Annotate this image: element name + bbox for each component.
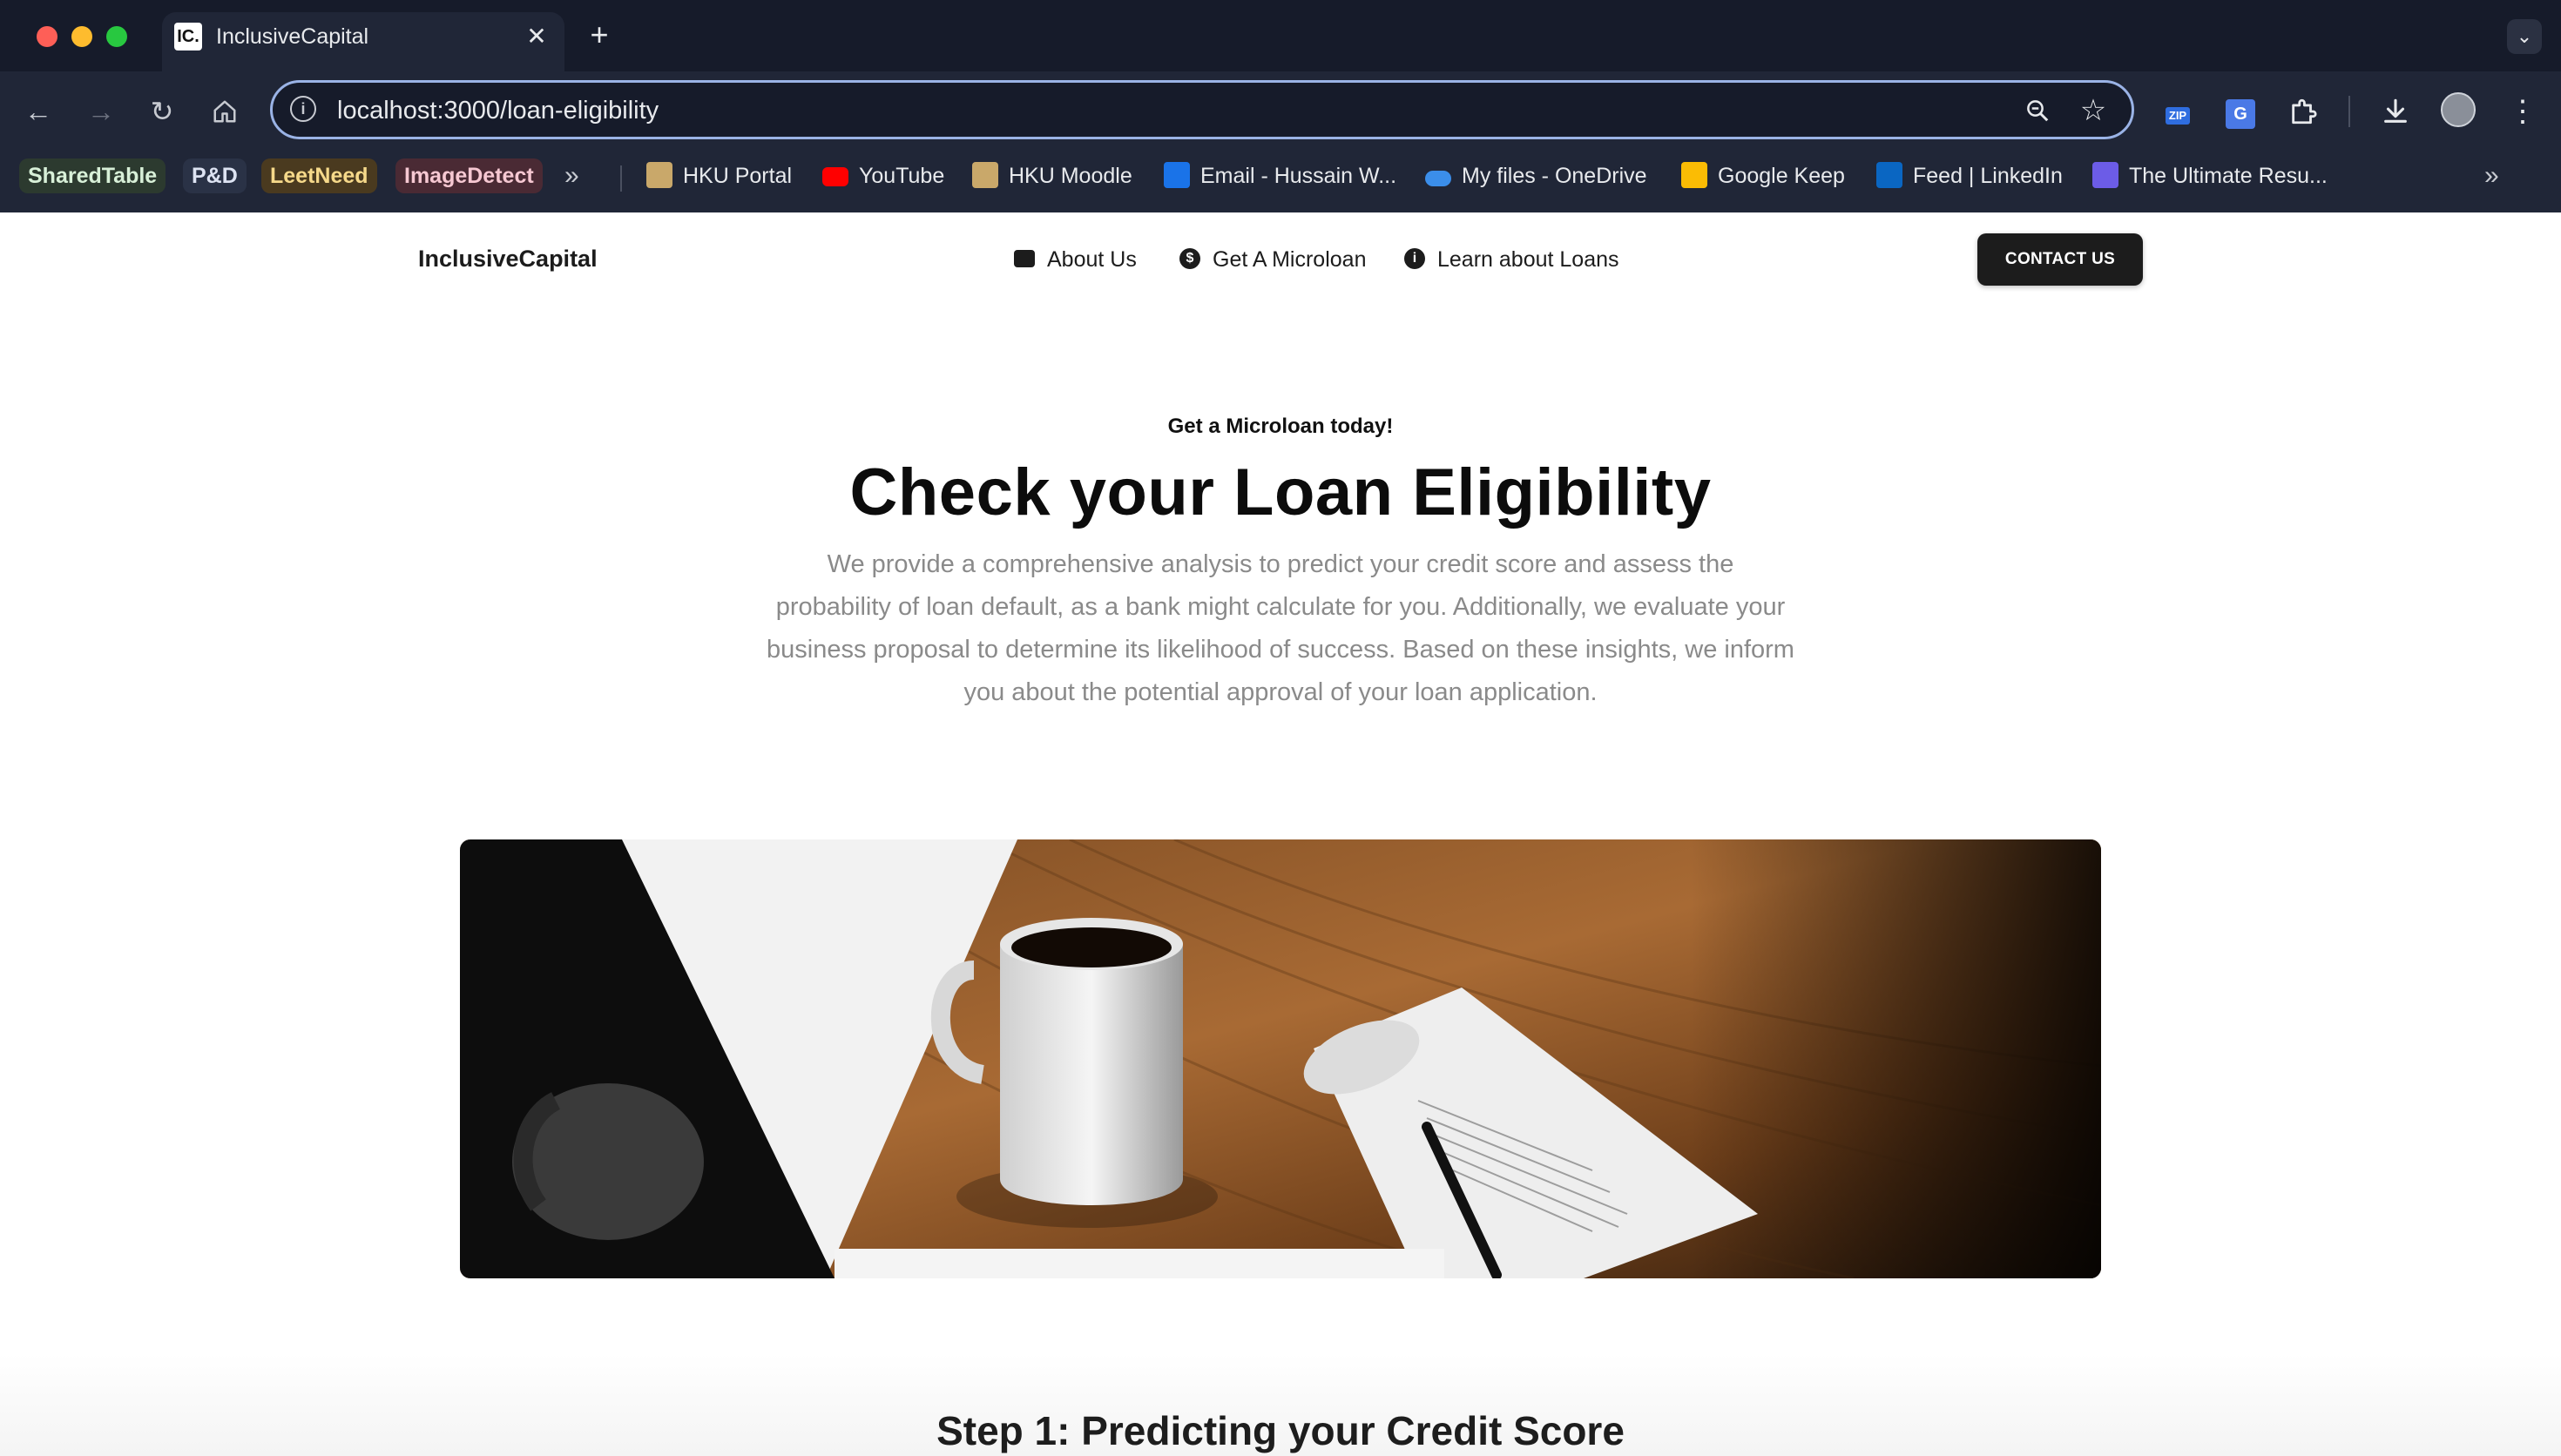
- avatar[interactable]: [2439, 92, 2477, 131]
- bookmark-linkedin[interactable]: Feed | LinkedIn: [1876, 158, 2063, 193]
- address-bar[interactable]: i localhost:3000/loan-eligibility ☆: [270, 80, 2134, 139]
- tab-title: InclusiveCapital: [216, 24, 369, 49]
- contact-us-button[interactable]: CONTACT US: [1977, 233, 2143, 286]
- bookmark-google-keep[interactable]: Google Keep: [1681, 158, 1845, 193]
- briefcase-icon: [1014, 250, 1035, 268]
- back-icon[interactable]: ←: [19, 92, 57, 131]
- tab-favicon-icon: IC.: [174, 23, 202, 51]
- page-title: Check your Loan Eligibility: [849, 455, 1712, 529]
- tab-strip: IC. InclusiveCapital ✕ + ⌄: [0, 0, 2561, 71]
- linkedin-icon: [1876, 162, 1902, 189]
- web-page: InclusiveCapital About Us $ Get A Microlo…: [0, 212, 2561, 1456]
- bookmark-ultimate-resume[interactable]: The Ultimate Resu...: [2092, 158, 2328, 193]
- translate-extension-icon[interactable]: G: [2221, 92, 2260, 131]
- hku-portal-icon: [646, 162, 672, 189]
- bookmark-youtube[interactable]: YouTube: [822, 158, 944, 193]
- url-text[interactable]: localhost:3000/loan-eligibility: [337, 97, 659, 125]
- site-info-icon[interactable]: i: [290, 96, 316, 122]
- chevron-double-right-icon[interactable]: »: [2484, 158, 2499, 193]
- browser-chrome: IC. InclusiveCapital ✕ + ⌄ ← → ↻ i local…: [0, 0, 2561, 212]
- bookmark-sharedtable[interactable]: SharedTable: [19, 158, 166, 193]
- tab-search-button[interactable]: ⌄: [2507, 19, 2542, 54]
- new-tab-button[interactable]: +: [582, 17, 617, 52]
- nav-about-us[interactable]: About Us: [1014, 246, 1137, 273]
- hero-description: We provide a comprehensive analysis to p…: [767, 550, 1794, 706]
- minimize-window-button[interactable]: [71, 26, 92, 47]
- browser-tab[interactable]: IC. InclusiveCapital ✕: [162, 12, 564, 71]
- forward-icon[interactable]: →: [82, 92, 120, 131]
- step1-heading: Step 1: Predicting your Credit Score: [936, 1408, 1625, 1453]
- reload-icon[interactable]: ↻: [143, 92, 181, 131]
- bookmarks-bar: SharedTable P&D LeetNeed ImageDetect » H…: [0, 153, 2561, 199]
- menu-icon[interactable]: ⋮: [2504, 92, 2542, 131]
- hero-kicker: Get a Microloan today!: [1167, 415, 1394, 438]
- bookmark-leetneed[interactable]: LeetNeed: [261, 158, 377, 193]
- close-window-button[interactable]: [37, 26, 57, 47]
- bookmark-imagedetect[interactable]: ImageDetect: [395, 158, 543, 193]
- chevron-double-right-icon[interactable]: »: [564, 158, 579, 193]
- zip-extension-icon[interactable]: ZIP: [2159, 92, 2197, 131]
- bookmark-onedrive[interactable]: My files - OneDrive: [1425, 158, 1647, 193]
- bookmark-star-icon[interactable]: ☆: [2076, 93, 2111, 128]
- bookmark-hku-moodle[interactable]: HKU Moodle: [972, 158, 1132, 193]
- bookmark-pd[interactable]: P&D: [183, 158, 247, 193]
- bookmark-hku-portal[interactable]: HKU Portal: [646, 158, 792, 193]
- maximize-window-button[interactable]: [106, 26, 127, 47]
- download-icon[interactable]: [2376, 92, 2415, 131]
- info-icon: i: [1404, 248, 1425, 270]
- zoom-icon[interactable]: [2020, 93, 2055, 128]
- toolbar-divider: [2348, 96, 2350, 127]
- bookmarks-divider: [620, 165, 622, 192]
- youtube-icon: [822, 167, 848, 187]
- puzzle-icon[interactable]: [2284, 92, 2322, 131]
- dollar-icon: $: [1179, 248, 1200, 270]
- google-keep-icon: [1681, 162, 1707, 189]
- nav-get-microloan[interactable]: $ Get A Microloan: [1179, 246, 1366, 273]
- hku-moodle-icon: [972, 162, 998, 189]
- resume-icon: [2092, 162, 2118, 189]
- outlook-icon: [1164, 162, 1190, 189]
- onedrive-icon: [1425, 171, 1451, 187]
- nav-learn-loans[interactable]: i Learn about Loans: [1404, 246, 1619, 273]
- tab-close-icon[interactable]: ✕: [523, 23, 551, 51]
- site-logo[interactable]: InclusiveCapital: [418, 246, 598, 273]
- bookmark-email[interactable]: Email - Hussain W...: [1164, 158, 1396, 193]
- hero-image: [460, 839, 2101, 1278]
- home-icon[interactable]: [206, 92, 244, 131]
